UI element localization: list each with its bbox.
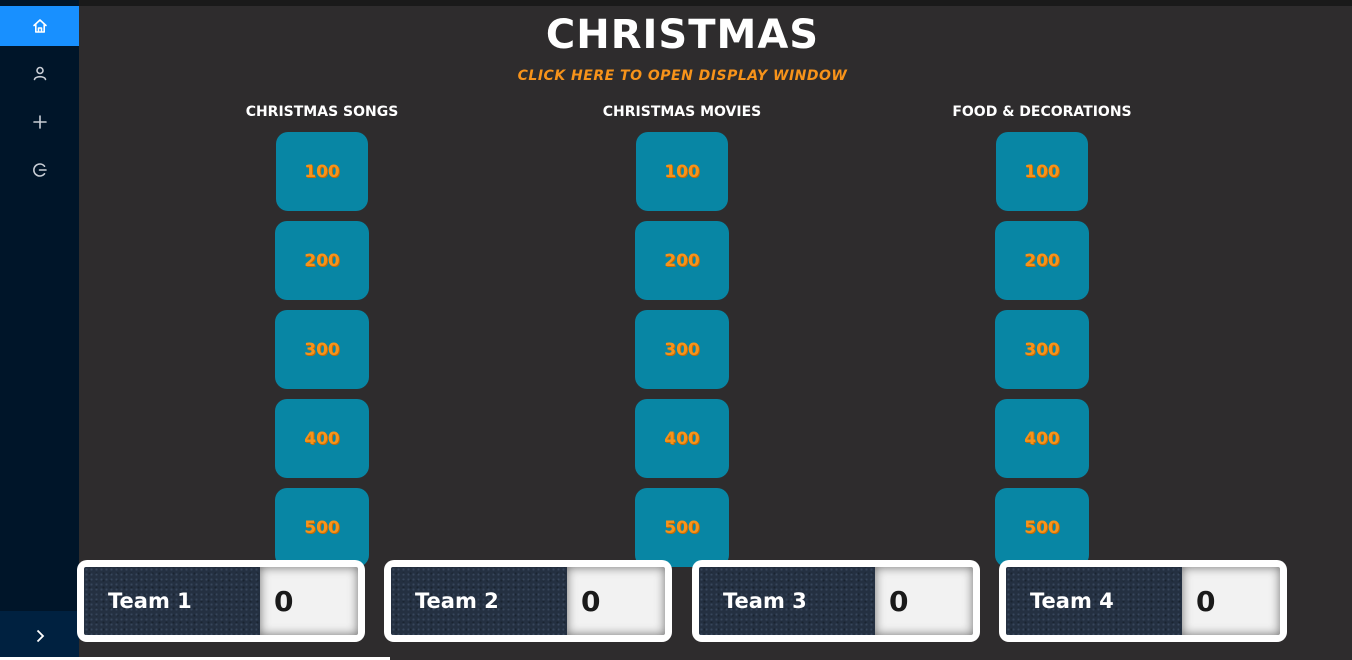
team-score[interactable]: 0 — [567, 567, 665, 635]
question-tile[interactable]: 200 — [275, 221, 369, 300]
question-tile[interactable]: 300 — [635, 310, 729, 389]
board-title: CHRISTMAS — [545, 12, 820, 58]
team-score[interactable]: 0 — [875, 567, 973, 635]
logout-icon — [32, 163, 47, 177]
open-display-window-link[interactable]: CLICK HERE TO OPEN DISPLAY WINDOW — [79, 68, 1286, 84]
team-name: Team 2 — [391, 567, 567, 635]
team-name: Team 3 — [699, 567, 875, 635]
category-title: CHRISTMAS MOVIES — [602, 104, 762, 120]
question-tile[interactable]: 500 — [635, 488, 729, 567]
sidebar-item-profile[interactable] — [0, 53, 79, 93]
plus-icon — [32, 115, 47, 129]
team-card: Team 4 0 — [999, 560, 1287, 642]
question-tile[interactable]: 400 — [635, 399, 729, 478]
team-name: Team 4 — [1006, 567, 1182, 635]
sidebar — [0, 0, 79, 660]
question-tile[interactable]: 300 — [995, 310, 1089, 389]
sidebar-item-add[interactable] — [0, 102, 79, 142]
team-card: Team 2 0 — [384, 560, 672, 642]
question-tile[interactable]: 200 — [995, 221, 1089, 300]
question-tile[interactable]: 100 — [636, 132, 728, 211]
question-tile[interactable]: 400 — [995, 399, 1089, 478]
sidebar-item-home[interactable] — [0, 6, 79, 46]
question-tile[interactable]: 500 — [995, 488, 1089, 567]
team-name: Team 1 — [84, 567, 260, 635]
question-tile[interactable]: 100 — [276, 132, 368, 211]
sidebar-item-logout[interactable] — [0, 150, 79, 190]
question-tile[interactable]: 300 — [275, 310, 369, 389]
team-card: Team 3 0 — [692, 560, 980, 642]
user-icon — [33, 66, 46, 81]
category-title: FOOD & DECORATIONS — [952, 104, 1132, 120]
question-tile[interactable]: 400 — [275, 399, 369, 478]
category-title: CHRISTMAS SONGS — [245, 104, 399, 120]
team-card: Team 1 0 — [77, 560, 365, 642]
question-tile[interactable]: 500 — [275, 488, 369, 567]
question-tile[interactable]: 100 — [996, 132, 1088, 211]
chevron-right-icon — [36, 629, 44, 642]
team-score[interactable]: 0 — [260, 567, 358, 635]
top-edge — [0, 0, 1352, 6]
sidebar-collapse-button[interactable] — [0, 611, 79, 660]
home-icon — [32, 19, 47, 33]
team-score[interactable]: 0 — [1182, 567, 1280, 635]
question-tile[interactable]: 200 — [635, 221, 729, 300]
